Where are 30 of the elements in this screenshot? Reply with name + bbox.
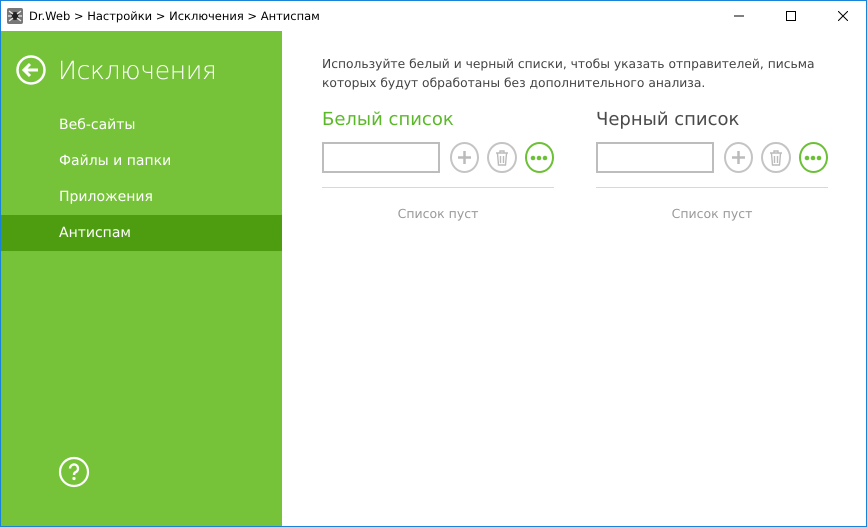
plus-icon — [458, 151, 472, 164]
add-button[interactable] — [450, 142, 480, 173]
input-field[interactable] — [322, 142, 440, 173]
description-text: Используйте белый и черный списки, чтобы указать отправителей, письма которых будут обработаны без дополнительного анализа. — [322, 56, 816, 92]
empty-list-text: Список пуст — [672, 206, 752, 221]
maximize-icon — [786, 11, 796, 21]
list-title: Черный список — [596, 109, 740, 130]
sidebar-item[interactable]: Файлы и папки — [1, 143, 282, 179]
plus-icon — [732, 151, 746, 164]
more-icon — [530, 154, 548, 160]
sidebar-item[interactable]: Антиспам — [1, 215, 282, 251]
trash-icon — [494, 150, 509, 166]
window-title: Dr.Web > Настройки > Исключения > Антиспам — [29, 9, 321, 23]
help-icon[interactable] — [58, 456, 90, 488]
close-icon — [838, 11, 848, 21]
sidebar-item[interactable]: Приложения — [1, 179, 282, 215]
more-button[interactable] — [524, 142, 554, 173]
list-title: Белый список — [322, 109, 455, 130]
more-icon — [804, 154, 822, 160]
spider-logo-icon — [7, 8, 23, 24]
delete-button[interactable] — [487, 142, 517, 173]
back-icon[interactable] — [16, 55, 46, 85]
sidebar-title: Исключения — [58, 56, 217, 84]
input-field[interactable] — [596, 142, 714, 173]
empty-list-text: Список пуст — [398, 206, 478, 221]
add-button[interactable] — [724, 142, 754, 173]
delete-button[interactable] — [761, 142, 791, 173]
trash-icon — [768, 150, 783, 166]
sidebar-item[interactable]: Веб-сайты — [1, 107, 282, 143]
more-button[interactable] — [798, 142, 828, 173]
